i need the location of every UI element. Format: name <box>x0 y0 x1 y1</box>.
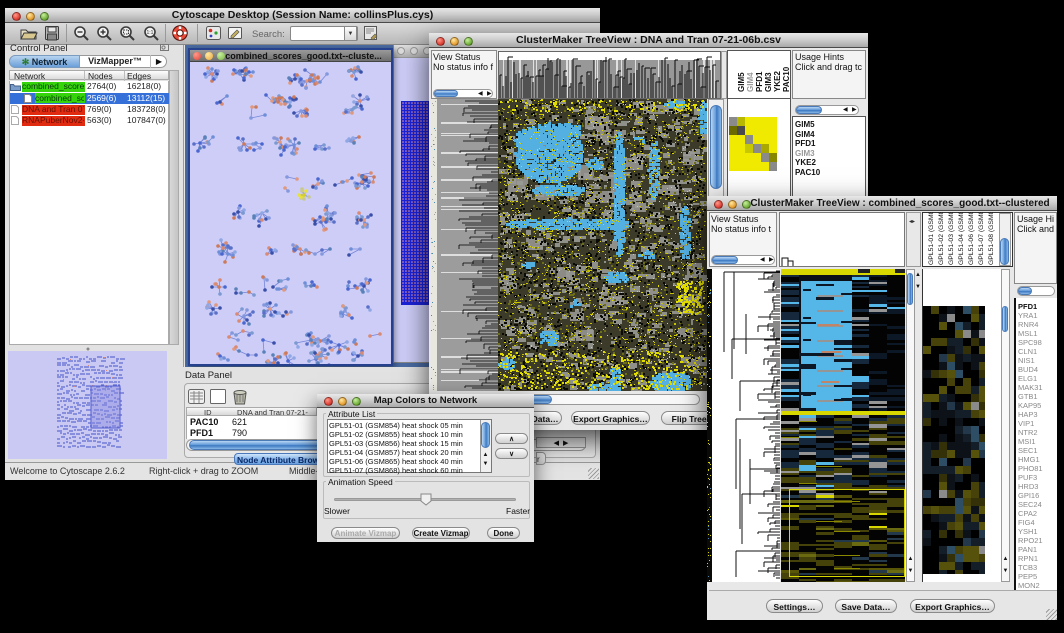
svg-text:1:1: 1:1 <box>147 30 154 36</box>
